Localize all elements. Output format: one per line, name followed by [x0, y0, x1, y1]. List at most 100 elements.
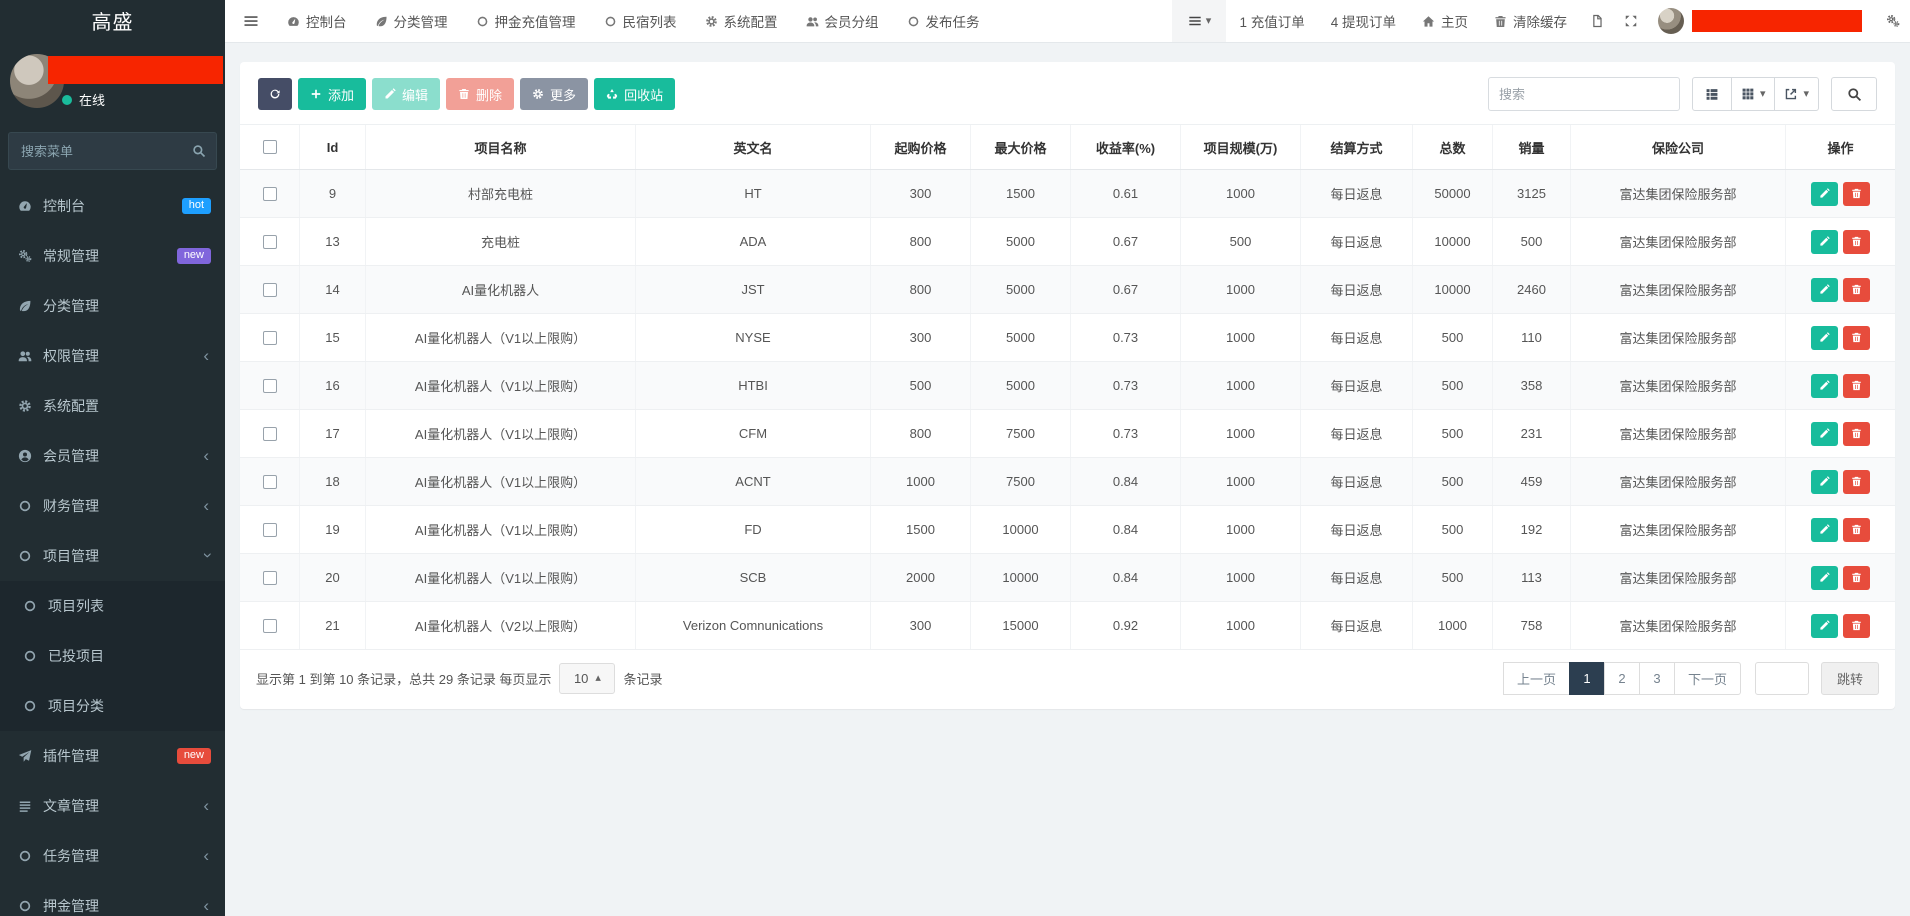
delete-button-toolbar[interactable]: 删除 [446, 78, 514, 110]
page-button[interactable]: 上一页 [1503, 662, 1570, 695]
table-search-input[interactable] [1488, 77, 1680, 111]
trash-icon [1851, 428, 1862, 439]
sidebar-item[interactable]: 财务管理 ‹ [0, 481, 225, 531]
nav-tab[interactable]: 发布任务 [893, 0, 994, 42]
nav-tab[interactable]: 会员分组 [792, 0, 893, 42]
nav-tab[interactable]: 控制台 [273, 0, 361, 42]
sidebar-item[interactable]: 系统配置 [0, 381, 225, 431]
edit-button[interactable] [1811, 566, 1838, 590]
nav-tab[interactable]: 押金充值管理 [462, 0, 590, 42]
delete-button[interactable] [1843, 230, 1870, 254]
edit-button[interactable] [1811, 374, 1838, 398]
delete-button[interactable] [1843, 566, 1870, 590]
sidebar-item[interactable]: 插件管理 new [0, 731, 225, 781]
pencil-icon [1819, 380, 1830, 391]
page-button[interactable]: 1 [1569, 662, 1605, 695]
sidebar-item[interactable]: 控制台 hot [0, 181, 225, 231]
row-checkbox[interactable] [263, 427, 277, 441]
edit-button[interactable] [1811, 614, 1838, 638]
column-header[interactable]: Id [300, 125, 366, 169]
document-button[interactable] [1580, 0, 1614, 42]
sidebar-item[interactable]: 会员管理 ‹ [0, 431, 225, 481]
nav-tab-icon [705, 15, 718, 28]
row-checkbox[interactable] [263, 235, 277, 249]
column-header[interactable]: 保险公司 [1571, 125, 1786, 169]
edit-button-toolbar[interactable]: 编辑 [372, 78, 440, 110]
jump-button[interactable]: 跳转 [1821, 662, 1879, 695]
nav-tab[interactable]: 分类管理 [361, 0, 462, 42]
sidebar-item[interactable]: 项目列表 [0, 581, 225, 631]
edit-button[interactable] [1811, 470, 1838, 494]
page-size-select[interactable]: 10 ▴ [559, 663, 615, 694]
column-header[interactable]: 项目名称 [366, 125, 636, 169]
export-button[interactable]: ▾ [1774, 77, 1819, 111]
fullscreen-button[interactable] [1614, 0, 1648, 42]
delete-button[interactable] [1843, 422, 1870, 446]
refresh-button[interactable] [258, 78, 292, 110]
column-header[interactable]: 起购价格 [871, 125, 971, 169]
sidebar-item[interactable]: 已投项目 [0, 631, 225, 681]
column-header[interactable]: 英文名 [636, 125, 871, 169]
row-checkbox[interactable] [263, 619, 277, 633]
edit-button[interactable] [1811, 518, 1838, 542]
add-button[interactable]: 添加 [298, 78, 366, 110]
row-checkbox[interactable] [263, 523, 277, 537]
column-header[interactable]: 收益率(%) [1071, 125, 1181, 169]
settings-button[interactable] [1876, 0, 1910, 42]
cell-rate: 0.67 [1071, 218, 1181, 265]
row-checkbox[interactable] [263, 187, 277, 201]
row-checkbox[interactable] [263, 379, 277, 393]
delete-button[interactable] [1843, 182, 1870, 206]
page-button[interactable]: 3 [1639, 662, 1675, 695]
home-link[interactable]: 主页 [1409, 0, 1481, 42]
sidebar-item[interactable]: 文章管理 ‹ [0, 781, 225, 831]
sidebar-item[interactable]: 项目管理 ‹ [0, 531, 225, 581]
sidebar-item[interactable]: 权限管理 ‹ [0, 331, 225, 381]
column-header[interactable]: 销量 [1493, 125, 1571, 169]
clear-cache-link[interactable]: 清除缓存 [1481, 0, 1580, 42]
delete-button[interactable] [1843, 374, 1870, 398]
column-header[interactable]: 总数 [1413, 125, 1493, 169]
delete-button[interactable] [1843, 518, 1870, 542]
delete-button[interactable] [1843, 326, 1870, 350]
edit-button[interactable] [1811, 230, 1838, 254]
columns-toggle-button[interactable]: ▾ [1731, 77, 1776, 111]
menu-search-input[interactable] [8, 132, 217, 170]
sidebar-item[interactable]: 分类管理 [0, 281, 225, 331]
delete-button[interactable] [1843, 614, 1870, 638]
delete-button[interactable] [1843, 278, 1870, 302]
edit-button[interactable] [1811, 422, 1838, 446]
table-view-button[interactable] [1692, 77, 1732, 111]
recycle-bin-button[interactable]: 回收站 [594, 78, 675, 110]
row-checkbox[interactable] [263, 571, 277, 585]
edit-button[interactable] [1811, 182, 1838, 206]
column-header[interactable]: 结算方式 [1301, 125, 1413, 169]
column-header[interactable]: 项目规模(万) [1181, 125, 1301, 169]
row-checkbox[interactable] [263, 283, 277, 297]
sidebar-item[interactable]: 任务管理 ‹ [0, 831, 225, 881]
row-checkbox[interactable] [263, 475, 277, 489]
nav-tab[interactable]: 民宿列表 [590, 0, 691, 42]
page-button[interactable]: 下一页 [1674, 662, 1741, 695]
withdraw-orders-link[interactable]: 4 提现订单 [1318, 0, 1409, 42]
column-header[interactable]: 操作 [1786, 125, 1895, 169]
more-button[interactable]: 更多 [520, 78, 588, 110]
select-all-checkbox[interactable] [263, 140, 277, 154]
recharge-orders-link[interactable]: 1 充值订单 [1226, 0, 1317, 42]
edit-button[interactable] [1811, 278, 1838, 302]
trash-icon [1851, 284, 1862, 295]
sidebar-item[interactable]: 项目分类 [0, 681, 225, 731]
edit-button[interactable] [1811, 326, 1838, 350]
column-header[interactable]: 最大价格 [971, 125, 1071, 169]
sidebar-item[interactable]: 押金管理 ‹ [0, 881, 225, 916]
delete-button[interactable] [1843, 470, 1870, 494]
row-checkbox[interactable] [263, 331, 277, 345]
sidebar-toggle-icon[interactable] [243, 13, 259, 29]
page-jump-input[interactable] [1755, 662, 1809, 695]
sidebar-item[interactable]: 常规管理 new [0, 231, 225, 281]
user-avatar[interactable] [1658, 8, 1684, 34]
nav-tab[interactable]: 系统配置 [691, 0, 792, 42]
page-button[interactable]: 2 [1604, 662, 1640, 695]
tabs-overflow-dropdown[interactable]: ▾ [1172, 0, 1226, 42]
search-toggle-button[interactable] [1831, 77, 1877, 111]
